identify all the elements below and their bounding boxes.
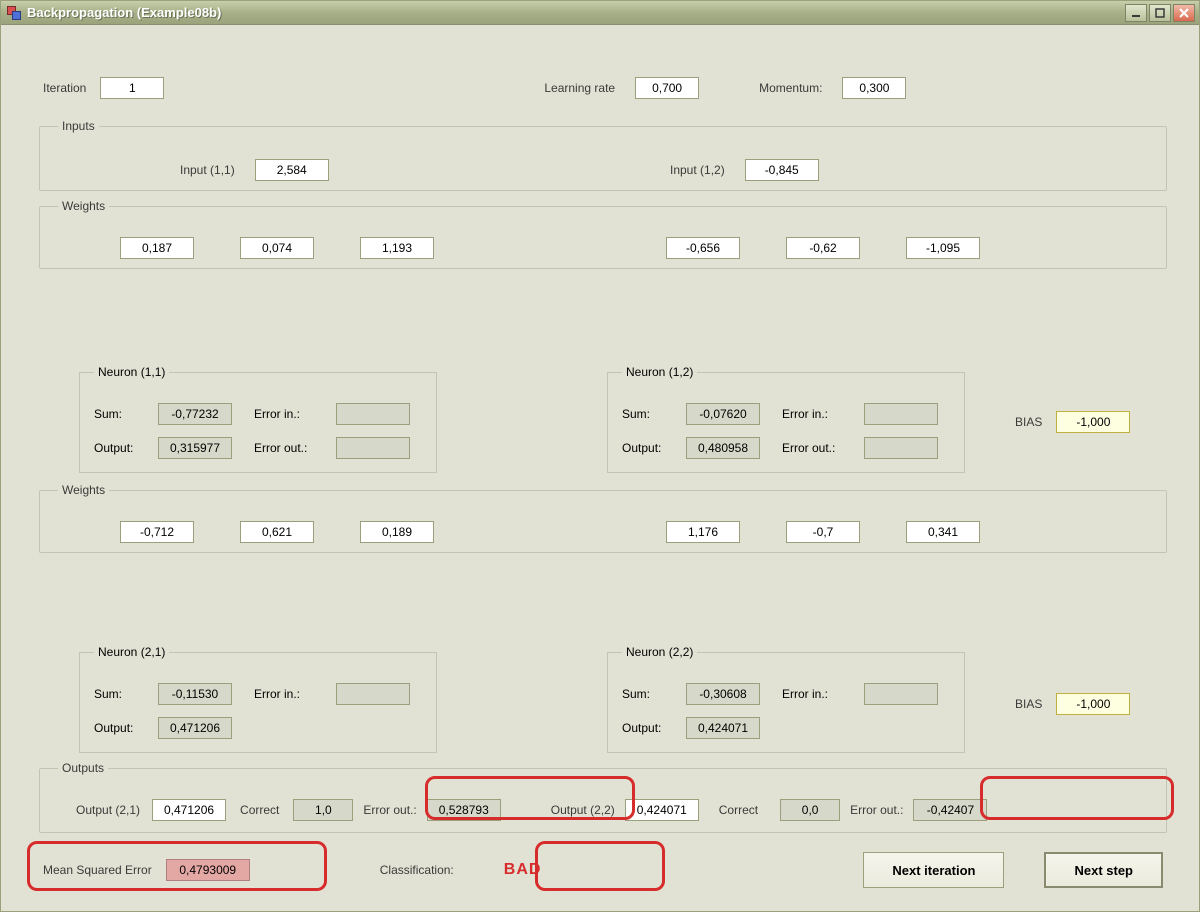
input-1-1-field[interactable]: 2,584 bbox=[255, 159, 329, 181]
errout-1-label: Error out.: bbox=[363, 803, 416, 817]
errout-label: Error out.: bbox=[254, 441, 336, 455]
weight2-f[interactable]: 0,341 bbox=[906, 521, 980, 543]
weight2-d[interactable]: 1,176 bbox=[666, 521, 740, 543]
input-1-2-label: Input (1,2) bbox=[670, 163, 725, 177]
bias-1-value[interactable]: -1,000 bbox=[1056, 411, 1130, 433]
inputs-legend: Inputs bbox=[58, 119, 99, 133]
weight1-c[interactable]: 1,193 bbox=[360, 237, 434, 259]
app-icon bbox=[7, 6, 21, 20]
bias-2: BIAS -1,000 bbox=[1015, 693, 1130, 715]
input-1-2-field[interactable]: -0,845 bbox=[745, 159, 819, 181]
mse-label: Mean Squared Error bbox=[43, 863, 152, 877]
neuron-1-1-legend: Neuron (1,1) bbox=[94, 365, 169, 379]
neuron-2-2-out: 0,424071 bbox=[686, 717, 760, 739]
out-label: Output: bbox=[94, 441, 158, 455]
next-iteration-button[interactable]: Next iteration bbox=[863, 852, 1004, 888]
neuron-1-1-sum: -0,77232 bbox=[158, 403, 232, 425]
neuron-2-1: Neuron (2,1) Sum: -0,11530 Error in.: Ou… bbox=[79, 645, 437, 753]
correct-2-label: Correct bbox=[719, 803, 758, 817]
learning-rate-field[interactable]: 0,700 bbox=[635, 77, 699, 99]
minimize-button[interactable] bbox=[1125, 4, 1147, 22]
neuron-1-1-errin bbox=[336, 403, 410, 425]
neuron-1-2-errin bbox=[864, 403, 938, 425]
weight1-e[interactable]: -0,62 bbox=[786, 237, 860, 259]
weight1-b[interactable]: 0,074 bbox=[240, 237, 314, 259]
inputs-group: Inputs Input (1,1) 2,584 Input (1,2) -0,… bbox=[39, 119, 1167, 191]
errout-2-label: Error out.: bbox=[850, 803, 903, 817]
neuron-2-1-sum: -0,11530 bbox=[158, 683, 232, 705]
output-2-1-errout: 0,528793 bbox=[427, 799, 501, 821]
outputs-legend: Outputs bbox=[58, 761, 108, 775]
titlebar[interactable]: Backpropagation (Example08b) bbox=[1, 1, 1199, 25]
output-2-2-value: 0,424071 bbox=[625, 799, 699, 821]
app-window: Backpropagation (Example08b) Iteration 1… bbox=[0, 0, 1200, 912]
output-2-1-label: Output (2,1) bbox=[76, 803, 140, 817]
neuron-1-2: Neuron (1,2) Sum: -0,07620 Error in.: Ou… bbox=[607, 365, 965, 473]
iteration-field[interactable]: 1 bbox=[100, 77, 164, 99]
neuron-2-1-errin bbox=[336, 683, 410, 705]
weight2-c[interactable]: 0,189 bbox=[360, 521, 434, 543]
weight2-b[interactable]: 0,621 bbox=[240, 521, 314, 543]
bias-1: BIAS -1,000 bbox=[1015, 411, 1130, 433]
weight1-d[interactable]: -0,656 bbox=[666, 237, 740, 259]
weights-layer1-group: Weights 0,187 0,074 1,193 -0,656 -0,62 -… bbox=[39, 199, 1167, 269]
bias-2-value[interactable]: -1,000 bbox=[1056, 693, 1130, 715]
neuron-1-2-sum: -0,07620 bbox=[686, 403, 760, 425]
weight2-a[interactable]: -0,712 bbox=[120, 521, 194, 543]
window-controls bbox=[1125, 4, 1195, 22]
neuron-1-1-errout bbox=[336, 437, 410, 459]
output-2-2-errout: -0,42407 bbox=[913, 799, 987, 821]
weight1-f[interactable]: -1,095 bbox=[906, 237, 980, 259]
neuron-2-2: Neuron (2,2) Sum: -0,30608 Error in.: Ou… bbox=[607, 645, 965, 753]
output-2-2-label: Output (2,2) bbox=[551, 803, 615, 817]
neuron-2-1-legend: Neuron (2,1) bbox=[94, 645, 169, 659]
neuron-1-1: Neuron (1,1) Sum: -0,77232 Error in.: Ou… bbox=[79, 365, 437, 473]
bias-label-2: BIAS bbox=[1015, 697, 1042, 711]
momentum-label: Momentum: bbox=[759, 81, 822, 95]
mse-value: 0,4793009 bbox=[166, 859, 250, 881]
weight2-e[interactable]: -0,7 bbox=[786, 521, 860, 543]
classification-label: Classification: bbox=[380, 863, 454, 877]
neuron-2-1-out: 0,471206 bbox=[158, 717, 232, 739]
neuron-2-2-sum: -0,30608 bbox=[686, 683, 760, 705]
output-2-1-value: 0,471206 bbox=[152, 799, 226, 821]
output-2-2-correct: 0,0 bbox=[780, 799, 840, 821]
client-area: Iteration 1 Learning rate 0,700 Momentum… bbox=[5, 29, 1195, 907]
iteration-label: Iteration bbox=[43, 81, 86, 95]
window-title: Backpropagation (Example08b) bbox=[27, 5, 1125, 20]
momentum-field[interactable]: 0,300 bbox=[842, 77, 906, 99]
errin-label: Error in.: bbox=[254, 407, 336, 421]
weights1-legend: Weights bbox=[58, 199, 109, 213]
output-2-1-correct: 1,0 bbox=[293, 799, 353, 821]
neuron-2-2-errin bbox=[864, 683, 938, 705]
bias-label-1: BIAS bbox=[1015, 415, 1042, 429]
neuron-1-2-errout bbox=[864, 437, 938, 459]
close-button[interactable] bbox=[1173, 4, 1195, 22]
neuron-2-2-legend: Neuron (2,2) bbox=[622, 645, 697, 659]
top-row: Iteration 1 Learning rate 0,700 Momentum… bbox=[43, 73, 1157, 103]
maximize-button[interactable] bbox=[1149, 4, 1171, 22]
correct-1-label: Correct bbox=[240, 803, 279, 817]
classification-value: BAD bbox=[504, 861, 542, 879]
next-step-button[interactable]: Next step bbox=[1044, 852, 1163, 888]
weight1-a[interactable]: 0,187 bbox=[120, 237, 194, 259]
bottom-row: Mean Squared Error 0,4793009 Classificat… bbox=[43, 847, 1163, 893]
neuron-1-2-out: 0,480958 bbox=[686, 437, 760, 459]
input-1-1-label: Input (1,1) bbox=[180, 163, 235, 177]
learning-rate-label: Learning rate bbox=[544, 81, 615, 95]
neuron-1-2-legend: Neuron (1,2) bbox=[622, 365, 697, 379]
outputs-group: Outputs Output (2,1) 0,471206 Correct 1,… bbox=[39, 761, 1167, 833]
neuron-1-1-out: 0,315977 bbox=[158, 437, 232, 459]
sum-label: Sum: bbox=[94, 407, 158, 421]
weights-layer2-group: Weights -0,712 0,621 0,189 1,176 -0,7 0,… bbox=[39, 483, 1167, 553]
weights2-legend: Weights bbox=[58, 483, 109, 497]
